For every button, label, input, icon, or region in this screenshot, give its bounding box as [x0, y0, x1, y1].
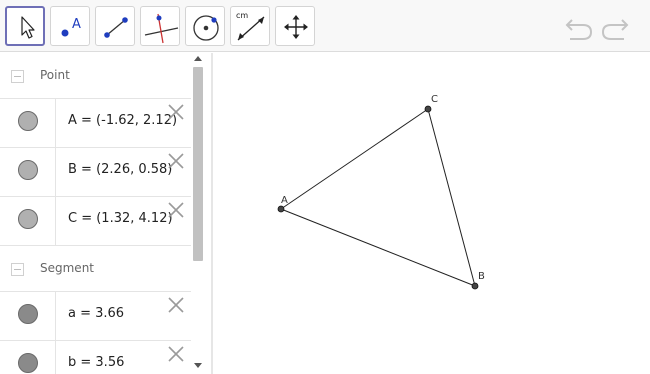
- redo-button[interactable]: [600, 12, 630, 42]
- visibility-toggle[interactable]: [0, 99, 56, 147]
- visibility-toggle[interactable]: [0, 292, 56, 340]
- collapse-icon[interactable]: [11, 263, 24, 276]
- visibility-marble-icon: [18, 209, 38, 229]
- redo-icon: [601, 19, 629, 40]
- geometry-canvas[interactable]: A B C: [213, 53, 650, 374]
- group-header-point[interactable]: Point: [0, 53, 191, 99]
- algebra-item-segment-b[interactable]: b = 3.56: [0, 341, 191, 374]
- algebra-view: Point A = (-1.62, 2.12) B = (2.26, 0.58)…: [0, 53, 191, 374]
- distance-tool-button[interactable]: cm: [230, 6, 270, 46]
- circle-tool-button[interactable]: [185, 6, 225, 46]
- point-a[interactable]: [277, 205, 285, 213]
- collapse-icon[interactable]: [11, 70, 24, 83]
- algebra-item-text[interactable]: C = (1.32, 4.12): [68, 211, 173, 226]
- visibility-marble-icon: [18, 304, 38, 324]
- segment-icon: [104, 17, 128, 38]
- toolbar: A cm: [0, 0, 650, 52]
- delete-icon[interactable]: [168, 104, 184, 120]
- point-tool-label: A: [72, 17, 81, 32]
- group-header-segment[interactable]: Segment: [0, 246, 191, 292]
- segment-tool-button[interactable]: [95, 6, 135, 46]
- distance-tool-label: cm: [236, 11, 248, 20]
- algebra-item-point-a[interactable]: A = (-1.62, 2.12): [0, 99, 191, 148]
- algebra-item-text[interactable]: B = (2.26, 0.58): [68, 162, 172, 177]
- scroll-up-icon[interactable]: [194, 56, 202, 61]
- point-icon: A: [61, 17, 81, 37]
- visibility-toggle[interactable]: [0, 341, 56, 374]
- delete-icon[interactable]: [168, 297, 184, 313]
- perpendicular-line-icon: [144, 13, 179, 44]
- scrollbar-thumb[interactable]: [193, 67, 203, 261]
- point-tool-button[interactable]: A: [50, 6, 90, 46]
- segment-bc[interactable]: [427, 108, 476, 287]
- arrow-cursor-icon: [21, 16, 35, 39]
- delete-icon[interactable]: [168, 202, 184, 218]
- visibility-marble-icon: [18, 353, 38, 373]
- segment-ca[interactable]: [280, 108, 429, 210]
- delete-icon[interactable]: [168, 153, 184, 169]
- visibility-marble-icon: [18, 111, 38, 131]
- visibility-toggle[interactable]: [0, 197, 56, 245]
- visibility-toggle[interactable]: [0, 148, 56, 196]
- circle-center-point-icon: [193, 15, 219, 41]
- group-label: Segment: [40, 261, 94, 275]
- undo-button[interactable]: [564, 12, 594, 42]
- distance-icon: cm: [236, 11, 265, 41]
- algebra-item-text[interactable]: A = (-1.62, 2.12): [68, 113, 177, 128]
- point-b[interactable]: [471, 282, 479, 290]
- perpendicular-line-tool-button[interactable]: [140, 6, 180, 46]
- point-label-a: A: [281, 195, 288, 206]
- scroll-down-icon[interactable]: [194, 363, 202, 368]
- algebra-item-text[interactable]: b = 3.56: [68, 355, 124, 370]
- point-c[interactable]: [424, 105, 432, 113]
- point-label-b: B: [478, 271, 485, 282]
- graphics-view[interactable]: A B C: [213, 53, 650, 374]
- undo-icon: [565, 19, 593, 40]
- move-arrows-icon: [284, 15, 308, 39]
- algebra-scrollbar[interactable]: [191, 53, 205, 374]
- move-tool-button[interactable]: [5, 6, 45, 46]
- move-graphics-view-tool-button[interactable]: [275, 6, 315, 46]
- point-label-c: C: [431, 94, 438, 105]
- algebra-item-point-b[interactable]: B = (2.26, 0.58): [0, 148, 191, 197]
- algebra-item-point-c[interactable]: C = (1.32, 4.12): [0, 197, 191, 246]
- visibility-marble-icon: [18, 160, 38, 180]
- delete-icon[interactable]: [168, 346, 184, 362]
- algebra-item-text[interactable]: a = 3.66: [68, 306, 124, 321]
- group-label: Point: [40, 68, 70, 82]
- segment-ab[interactable]: [280, 208, 476, 287]
- algebra-item-segment-a[interactable]: a = 3.66: [0, 292, 191, 341]
